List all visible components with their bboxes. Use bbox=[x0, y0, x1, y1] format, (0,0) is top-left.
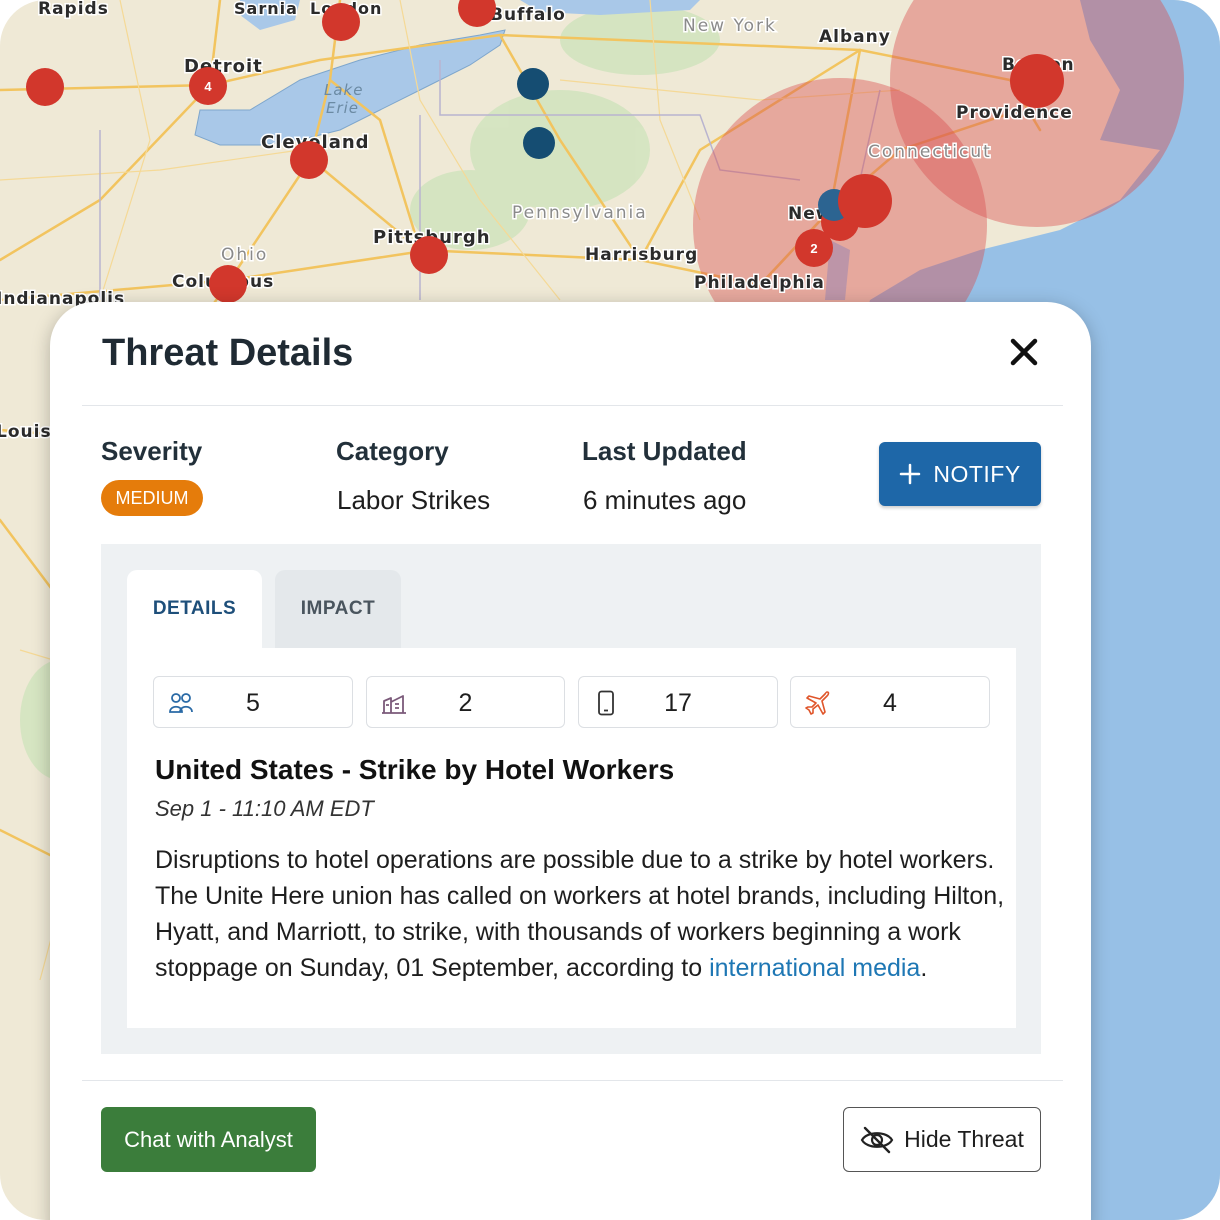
threat-marker[interactable] bbox=[322, 3, 360, 41]
last-updated-label: Last Updated bbox=[582, 436, 747, 466]
category-value: Labor Strikes bbox=[337, 485, 491, 515]
city-label: Providence bbox=[956, 103, 1073, 123]
details-tab-content: 5 2 17 4 United States - Strike by Hotel… bbox=[127, 648, 1016, 1028]
state-label: Connecticut bbox=[868, 142, 992, 162]
city-label: Philadelphia bbox=[694, 273, 825, 293]
threat-details-panel: Threat Details Severity MEDIUM Category … bbox=[50, 302, 1091, 1220]
city-label: Sarnia bbox=[234, 0, 298, 18]
stat-value: 17 bbox=[664, 689, 692, 717]
cluster-marker[interactable]: 4 bbox=[189, 67, 227, 105]
chat-with-analyst-button[interactable]: Chat with Analyst bbox=[101, 1107, 316, 1172]
threat-marker[interactable] bbox=[838, 174, 892, 228]
severity-badge: MEDIUM bbox=[101, 480, 203, 516]
severity-label: Severity bbox=[101, 436, 203, 466]
hide-button-label: Hide Threat bbox=[904, 1126, 1024, 1152]
stat-people: 5 bbox=[153, 676, 353, 728]
stat-value: 2 bbox=[458, 689, 473, 717]
notify-label: NOTIFY bbox=[933, 460, 1021, 487]
state-label: New York bbox=[683, 16, 777, 36]
hide-threat-button[interactable]: Hide Threat bbox=[843, 1107, 1041, 1172]
header-divider bbox=[82, 405, 1063, 406]
tab-impact[interactable]: IMPACT bbox=[275, 570, 401, 648]
cluster-count: 2 bbox=[810, 241, 817, 256]
category-label: Category bbox=[336, 436, 449, 466]
threat-marker[interactable] bbox=[410, 236, 448, 274]
stat-value: 4 bbox=[883, 689, 897, 717]
chat-button-label: Chat with Analyst bbox=[124, 1126, 293, 1152]
stat-hotels: 2 bbox=[366, 676, 565, 728]
threat-marker[interactable] bbox=[290, 141, 328, 179]
cluster-count: 4 bbox=[204, 79, 212, 94]
stat-flights: 4 bbox=[790, 676, 990, 728]
app-frame: Rapids Sarnia London Buffalo Albany Detr… bbox=[0, 0, 1220, 1220]
lake-label: Lake bbox=[324, 81, 363, 99]
eye-slash-icon bbox=[860, 1126, 894, 1153]
stat-value: 5 bbox=[246, 689, 260, 717]
international-media-link[interactable]: international media bbox=[709, 954, 920, 982]
close-icon bbox=[1010, 338, 1038, 366]
threat-marker[interactable] bbox=[26, 68, 64, 106]
city-label: Rapids bbox=[38, 0, 109, 19]
description-end: . bbox=[920, 954, 928, 982]
state-label: Pennsylvania bbox=[512, 203, 648, 223]
threat-headline: United States - Strike by Hotel Workers bbox=[155, 754, 675, 785]
stat-mobile: 17 bbox=[578, 676, 778, 728]
notify-button[interactable]: NOTIFY bbox=[879, 442, 1041, 506]
lake-label: Erie bbox=[326, 99, 359, 117]
city-label: Albany bbox=[819, 27, 891, 47]
plus-icon bbox=[900, 463, 921, 485]
low-threat-marker[interactable] bbox=[517, 68, 549, 100]
low-threat-marker[interactable] bbox=[523, 127, 555, 159]
cluster-marker[interactable]: 2 bbox=[795, 229, 833, 267]
footer-divider bbox=[82, 1080, 1063, 1081]
threat-timestamp: Sep 1 - 11:10 AM EDT bbox=[155, 796, 374, 821]
state-label: Ohio bbox=[221, 245, 268, 265]
threat-marker[interactable] bbox=[209, 265, 247, 303]
city-label: Buffalo bbox=[490, 5, 566, 25]
map-ocean-south bbox=[1090, 300, 1220, 1220]
threat-marker[interactable] bbox=[1010, 54, 1064, 108]
panel-title: Threat Details bbox=[102, 332, 354, 374]
last-updated-value: 6 minutes ago bbox=[583, 485, 747, 515]
close-button[interactable] bbox=[1002, 330, 1046, 374]
threat-description: Disruptions to hotel operations are poss… bbox=[155, 842, 1005, 986]
city-label: Harrisburg bbox=[585, 245, 698, 265]
tabs-container: DETAILS IMPACT 5 2 17 4 United States - … bbox=[101, 544, 1041, 1054]
tab-details[interactable]: DETAILS bbox=[127, 570, 262, 648]
